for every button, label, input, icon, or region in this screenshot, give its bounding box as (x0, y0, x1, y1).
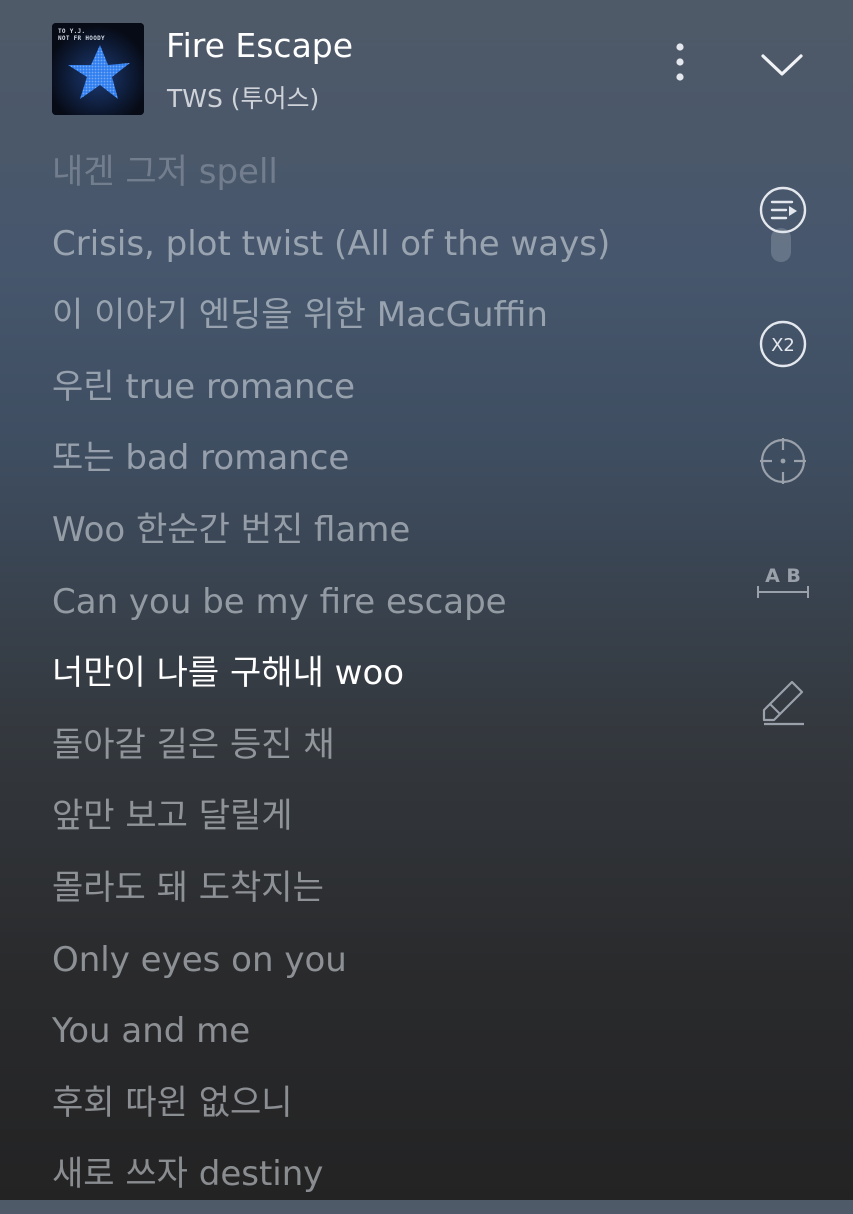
lyric-line[interactable]: 이 이야기 엔딩을 위한 MacGuffin (52, 283, 692, 355)
ab-repeat-icon: A B (757, 565, 809, 598)
speed-button[interactable]: X2 (752, 316, 814, 376)
album-art-text: TO Y.J. NOT FR HOODY (58, 28, 105, 42)
lyric-line[interactable]: Crisis, plot twist (All of the ways) (52, 212, 692, 284)
album-art[interactable]: TO Y.J. NOT FR HOODY (52, 23, 144, 115)
crosshair-icon (760, 438, 806, 484)
lyric-line[interactable]: Can you be my fire escape (52, 570, 692, 642)
lyric-line[interactable]: 몰라도 돼 도착지는 (52, 856, 692, 928)
autoscroll-toggle[interactable] (752, 180, 814, 270)
edit-pen-icon (762, 680, 804, 726)
lyric-line[interactable]: 후회 따윈 없으니 (52, 1071, 692, 1143)
speed-label: X2 (771, 335, 795, 356)
lyric-line[interactable]: 앞만 보고 달릴게 (52, 784, 692, 856)
lyric-line[interactable]: Only eyes on you (52, 928, 692, 1000)
more-options-button[interactable] (665, 40, 695, 86)
sync-position-button[interactable] (752, 432, 814, 492)
scroll-handle[interactable] (771, 228, 791, 262)
lyric-line-current[interactable]: 너만이 나를 구해내 woo (52, 641, 692, 713)
lyric-line[interactable]: 우린 true romance (52, 355, 692, 427)
edit-lyrics-button[interactable] (752, 668, 814, 730)
lyric-line[interactable]: 새로 쓰자 destiny (52, 1142, 692, 1214)
more-vertical-icon (676, 43, 684, 81)
player-header: TO Y.J. NOT FR HOODY Fire Escape TWS (투어… (0, 0, 853, 130)
lyric-line[interactable]: You and me (52, 999, 692, 1071)
lyrics-list[interactable]: 내겐 그저 spell Crisis, plot twist (All of t… (52, 140, 692, 1214)
lyric-line[interactable]: 또는 bad romance (52, 426, 692, 498)
track-artist[interactable]: TWS (투어스) (167, 79, 319, 115)
lyric-line[interactable]: Woo 한순간 번진 flame (52, 498, 692, 570)
collapse-button[interactable] (757, 45, 807, 85)
track-title: Fire Escape (166, 26, 354, 65)
ab-repeat-button[interactable]: A B (752, 552, 814, 612)
lyric-line[interactable]: 돌아갈 길은 등진 채 (52, 713, 692, 785)
lyrics-tools-sidebar: X2 A B (752, 180, 814, 740)
chevron-down-icon (761, 54, 803, 76)
speed-x2-icon: X2 (759, 320, 807, 368)
ab-label: A B (765, 565, 801, 587)
lyric-line[interactable]: 내겐 그저 spell (52, 140, 692, 212)
